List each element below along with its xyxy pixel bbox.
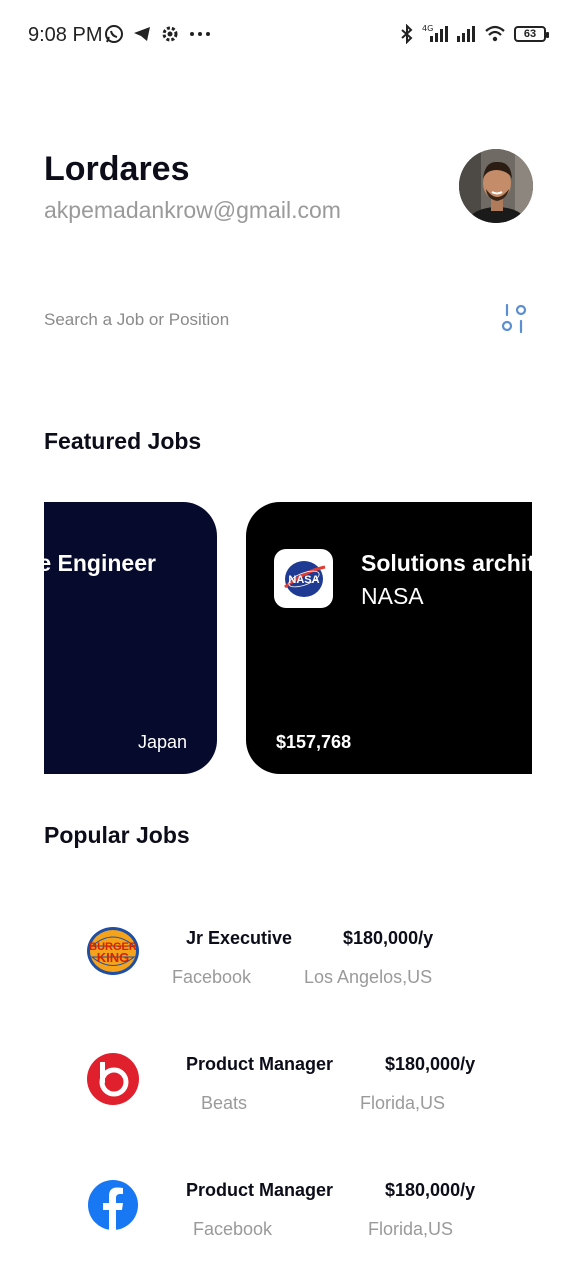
more-icon [190, 32, 210, 36]
featured-job-card[interactable]: Software Engineer Japan [44, 502, 217, 774]
job-title: Jr Executive [186, 928, 293, 948]
status-right-icons: 4G 63 [400, 24, 549, 44]
filter-icon [501, 303, 527, 334]
beats-logo [86, 1052, 140, 1106]
job-salary: $180,000/y [343, 928, 434, 948]
user-avatar[interactable] [459, 149, 533, 223]
telegram-icon [134, 27, 150, 41]
facebook-logo [86, 1178, 140, 1232]
search-input[interactable] [44, 306, 464, 334]
status-left-icons [104, 24, 212, 44]
svg-text:4G: 4G [422, 24, 433, 33]
featured-jobs-carousel[interactable]: Software Engineer Japan NASA Solutions a… [44, 502, 532, 774]
wifi-icon [485, 25, 505, 42]
profile-email: akpemadankrow@gmail.com [44, 197, 341, 223]
settings-icon [162, 26, 178, 42]
signal-icon [457, 26, 475, 42]
job-company: Facebook [172, 967, 252, 987]
status-bar: 9:08 PM 4G 63 [0, 0, 576, 72]
svg-text:NASA: NASA [288, 574, 319, 586]
job-title: Product Manager [186, 1180, 334, 1200]
bluetooth-icon [401, 24, 413, 44]
popular-jobs-title: Popular Jobs [44, 822, 190, 848]
job-location: Florida,US [368, 1219, 454, 1239]
featured-job-location: Japan [137, 732, 187, 752]
whatsapp-icon [105, 25, 123, 43]
signal-4g-icon: 4G [422, 24, 448, 42]
featured-job-title: Solutions architect [361, 550, 532, 576]
featured-job-salary: $157,768 [276, 732, 352, 752]
job-company: Beats [201, 1093, 248, 1113]
job-title: Product Manager [186, 1054, 334, 1074]
svg-text:KING: KING [97, 950, 130, 965]
profile-name: Lordares [44, 150, 190, 188]
featured-job-company: NASA [361, 583, 424, 609]
featured-jobs-title: Featured Jobs [44, 428, 202, 454]
popular-job-row[interactable]: BURGER KING Jr Executive $180,000/y Face… [0, 906, 576, 1016]
featured-job-title: Software Engineer [44, 550, 156, 576]
popular-job-row[interactable]: Product Manager $180,000/y Beats Florida… [0, 1032, 576, 1142]
battery-icon: 63 [514, 26, 549, 42]
job-company: Facebook [193, 1219, 273, 1239]
job-salary: $180,000/y [385, 1180, 476, 1200]
filter-button[interactable] [498, 302, 530, 336]
job-location: Los Angelos,US [304, 967, 433, 987]
job-salary: $180,000/y [385, 1054, 476, 1074]
burger-king-logo: BURGER KING [86, 924, 140, 978]
nasa-logo: NASA [274, 549, 333, 608]
featured-job-card[interactable]: NASA Solutions architect NASA $157,768 [246, 502, 532, 774]
status-time: 9:08 PM [28, 24, 103, 46]
job-location: Florida,US [360, 1093, 446, 1113]
popular-job-row[interactable]: Product Manager $180,000/y Facebook Flor… [0, 1158, 576, 1268]
